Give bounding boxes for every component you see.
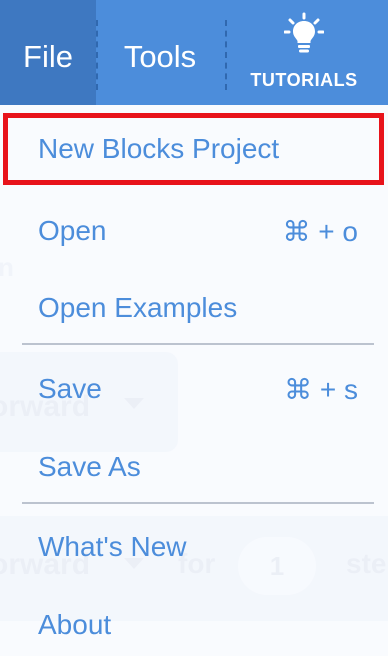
menu-item-label: Save As [38, 451, 141, 482]
file-dropdown-menu: New Blocks Project Open ⌘ + o Open Examp… [0, 105, 388, 656]
menu-item-open-examples[interactable]: Open Examples [0, 273, 388, 343]
menu-item-about[interactable]: About [0, 590, 388, 656]
menu-item-label: What's New [38, 531, 187, 562]
tutorials-label: TUTORIALS [250, 70, 358, 90]
menu-bar: File Tools TUTORIALS [0, 0, 388, 105]
selection-highlight [3, 113, 384, 185]
menu-item-label: About [38, 609, 112, 640]
menu-item-whats-new[interactable]: What's New [0, 512, 388, 582]
lightbulb-icon [284, 12, 324, 53]
menu-item-save[interactable]: Save ⌘ + s [0, 354, 388, 424]
tutorials-button[interactable]: TUTORIALS [228, 0, 388, 105]
shortcut-label: ⌘ + o [282, 215, 358, 247]
menu-item-label: Save [38, 373, 102, 404]
menu-item-open[interactable]: Open ⌘ + o [0, 196, 388, 266]
menu-item-save-as[interactable]: Save As [0, 432, 388, 502]
menu-separator [22, 502, 374, 504]
menu-separator [22, 343, 374, 345]
shortcut-label: ⌘ + s [284, 373, 358, 405]
file-menu-button[interactable]: File [0, 0, 96, 105]
menu-divider [225, 20, 227, 90]
menu-item-label: Open Examples [38, 292, 238, 323]
tools-menu-button[interactable]: Tools [98, 0, 222, 105]
menu-item-label: Open [38, 215, 107, 246]
